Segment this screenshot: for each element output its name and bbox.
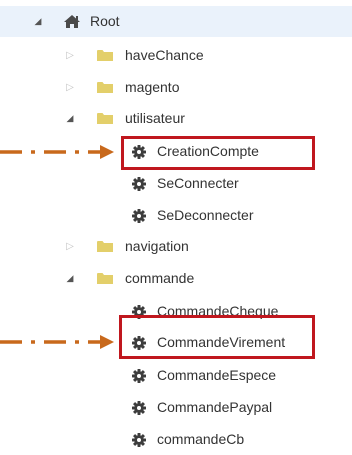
- tree-node-label: utilisateur: [125, 110, 185, 126]
- home-icon: [62, 6, 82, 37]
- tree-node-label: magento: [125, 79, 180, 95]
- tree-node-label: SeDeconnecter: [157, 207, 254, 223]
- tree-node-navigation[interactable]: ▷ navigation: [0, 231, 352, 262]
- tree-node-SeDeconnecter[interactable]: SeDeconnecter: [0, 200, 352, 231]
- collapse-toggle-icon[interactable]: ▷: [64, 231, 76, 262]
- tree-node-magento[interactable]: ▷ magento: [0, 72, 352, 103]
- expand-toggle-icon[interactable]: ◢: [64, 103, 76, 134]
- highlight-box-commandevirement: [119, 315, 315, 359]
- expand-toggle-icon[interactable]: ◢: [64, 263, 76, 294]
- tree-node-label: commandeCb: [157, 431, 245, 447]
- collapse-toggle-icon[interactable]: ▷: [64, 40, 76, 71]
- tree-node-SeConnecter[interactable]: SeConnecter: [0, 168, 352, 199]
- highlight-box-creationcompte: [121, 136, 315, 170]
- folder-icon: [96, 72, 114, 103]
- tree-node-label: CommandePaypal: [157, 399, 273, 415]
- tree-node-label: CommandeEspece: [157, 367, 277, 383]
- gear-icon: [131, 424, 147, 455]
- tree-node-root[interactable]: ◢ Root: [0, 6, 352, 37]
- tree-node-commandeCb[interactable]: commandeCb: [0, 424, 352, 455]
- folder-icon: [96, 231, 114, 262]
- tree-node-label: commande: [125, 270, 195, 286]
- tree-node-CommandePaypal[interactable]: CommandePaypal: [0, 392, 352, 423]
- expand-toggle-icon[interactable]: ◢: [32, 6, 44, 37]
- tree-node-label: navigation: [125, 238, 189, 254]
- gear-icon: [131, 392, 147, 423]
- tree-node-CommandeEspece[interactable]: CommandeEspece: [0, 360, 352, 391]
- folder-icon: [96, 263, 114, 294]
- tree-node-label: haveChance: [125, 47, 204, 63]
- gear-icon: [131, 360, 147, 391]
- tree-node-label: SeConnecter: [157, 175, 239, 191]
- gear-icon: [131, 200, 147, 231]
- tree-node-label: Root: [90, 13, 120, 29]
- tree-node-haveChance[interactable]: ▷ haveChance: [0, 40, 352, 71]
- gear-icon: [131, 168, 147, 199]
- collapse-toggle-icon[interactable]: ▷: [64, 72, 76, 103]
- folder-icon: [96, 40, 114, 71]
- folder-icon: [96, 103, 114, 134]
- tree-node-utilisateur[interactable]: ◢ utilisateur: [0, 103, 352, 134]
- tree-node-commande[interactable]: ◢ commande: [0, 263, 352, 294]
